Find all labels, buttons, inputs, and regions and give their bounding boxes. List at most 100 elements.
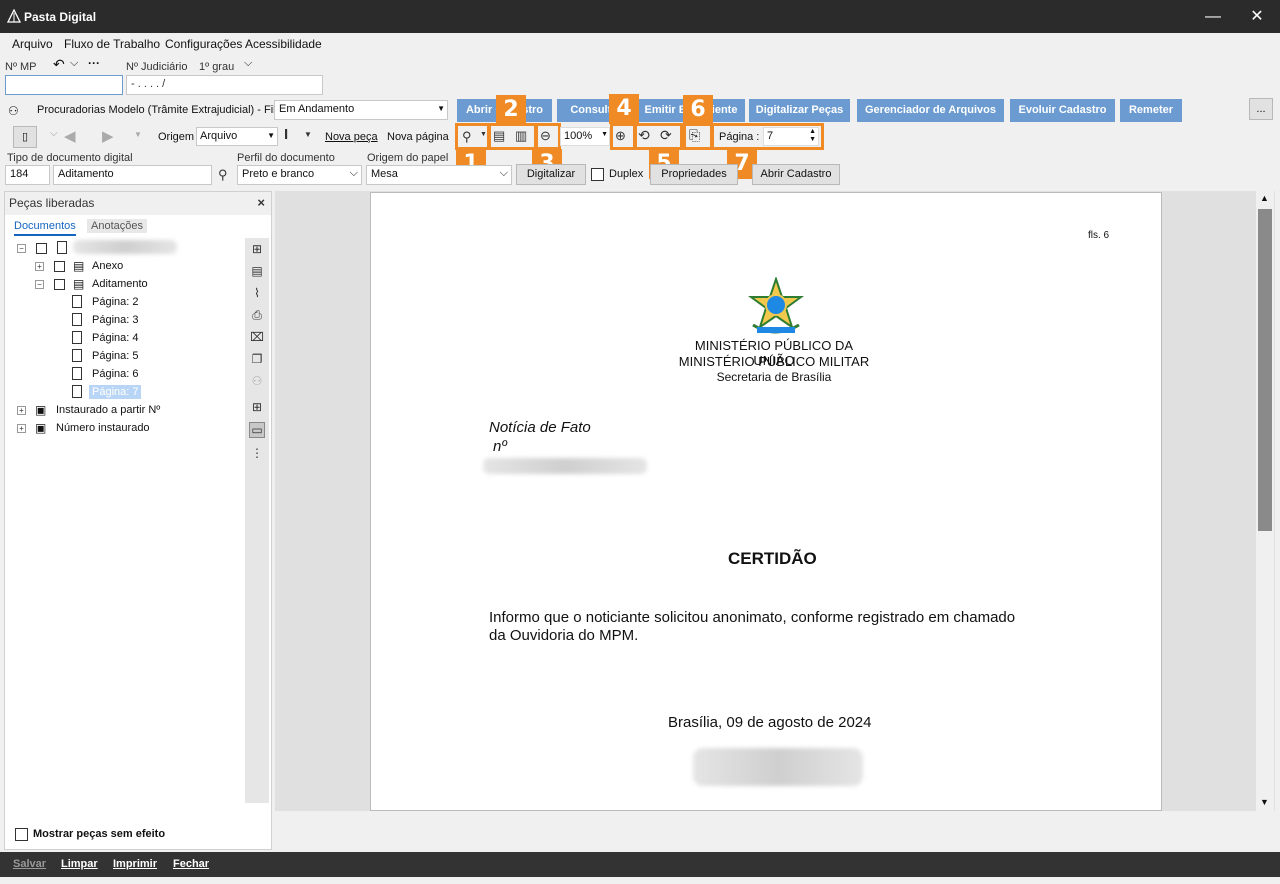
tree-aditamento[interactable]: Aditamento: [92, 278, 148, 290]
chevron-icon: ⌵: [50, 128, 58, 139]
search-dropdown-icon[interactable]: ▼: [480, 131, 487, 138]
perfil-chevron-icon[interactable]: ⌵: [350, 167, 358, 180]
digitalizar-button[interactable]: Digitalizar: [516, 164, 586, 185]
menu-arquivo[interactable]: Arquivo: [12, 37, 53, 51]
rotate-right-icon[interactable]: ⟳: [660, 127, 672, 144]
tree-anexo[interactable]: Anexo: [92, 260, 123, 272]
fila-select[interactable]: Em Andamento ▼: [274, 100, 448, 120]
more-button[interactable]: ...: [1249, 98, 1273, 120]
gerenciador-arquivos-button[interactable]: Gerenciador de Arquivos: [857, 99, 1004, 122]
document-icon: ▯: [21, 131, 29, 143]
abrir-cadastro-gray-button[interactable]: Abrir Cadastro: [752, 164, 840, 185]
tree-structure-icon[interactable]: ⊞: [249, 242, 265, 258]
nova-pagina-link[interactable]: Nova página: [387, 131, 449, 143]
evoluir-cadastro-button[interactable]: Evoluir Cadastro: [1010, 99, 1115, 122]
pagina-input[interactable]: 7 ▲ ▼: [763, 127, 819, 146]
text-cursor-icon[interactable]: I: [284, 126, 288, 143]
doc-mode-button[interactable]: ▯: [13, 126, 37, 148]
redacted-root: [73, 240, 177, 254]
collapse-aditamento-icon[interactable]: −: [35, 280, 44, 289]
tree-page-6[interactable]: Página: 6: [92, 368, 138, 380]
remeter-button[interactable]: Remeter: [1120, 99, 1182, 122]
rotate-left-icon[interactable]: ⟲: [638, 127, 650, 144]
prev-page-icon[interactable]: ◀: [64, 127, 76, 145]
scroll-up-icon[interactable]: ▲: [1260, 193, 1269, 203]
nova-peca-link[interactable]: Nova peça: [325, 131, 378, 143]
folder-check-icon: ▣: [35, 403, 47, 417]
origem-dropdown-icon[interactable]: ▼: [267, 131, 275, 140]
expand-anexo-icon[interactable]: +: [35, 262, 44, 271]
duplex-checkbox[interactable]: [591, 168, 604, 181]
perfil-select[interactable]: Preto e branco ⌵: [237, 165, 362, 185]
user-search-icon[interactable]: ⚇: [249, 374, 265, 390]
tree-numero[interactable]: Número instaurado: [56, 422, 150, 434]
document-viewer[interactable]: fls. 6 MINISTÉRIO PÚBLICO DA UNIÃO MINIS…: [275, 191, 1275, 811]
add-page-icon[interactable]: ⊞: [249, 400, 265, 416]
pagina-spinner-icon[interactable]: ▲ ▼: [809, 128, 816, 144]
expand-instaurado-icon[interactable]: +: [17, 406, 26, 415]
close-window-button[interactable]: ✕: [1234, 0, 1280, 33]
zoom-dropdown-icon[interactable]: ▼: [601, 131, 608, 138]
attach-icon[interactable]: ⌇: [249, 286, 265, 302]
tree-page-3[interactable]: Página: 3: [92, 314, 138, 326]
scroll-thumb[interactable]: [1258, 209, 1272, 531]
menu-acessibilidade[interactable]: Acessibilidade: [245, 37, 322, 51]
expand-numero-icon[interactable]: +: [17, 424, 26, 433]
scroll-down-icon[interactable]: ▼: [1260, 797, 1269, 807]
more-icon[interactable]: ···: [88, 56, 100, 70]
tab-documentos[interactable]: Documentos: [14, 220, 76, 236]
tipo-search-icon[interactable]: ⚲: [218, 167, 228, 183]
delete-page-icon[interactable]: ⌧: [249, 330, 265, 346]
fila-dropdown-icon[interactable]: ▼: [437, 104, 445, 113]
aditamento-checkbox[interactable]: [54, 279, 65, 290]
mostrar-checkbox[interactable]: [15, 828, 28, 841]
mp-input[interactable]: [5, 75, 123, 95]
cursor-dropdown-icon[interactable]: ▼: [304, 130, 312, 139]
root-checkbox[interactable]: [36, 243, 47, 254]
tree-page-5[interactable]: Página: 5: [92, 350, 138, 362]
menu-fluxo[interactable]: Fluxo de Trabalho: [64, 37, 160, 51]
origem-papel-chevron-icon[interactable]: ⌵: [500, 167, 508, 180]
list-settings-icon[interactable]: ⋮: [249, 446, 265, 462]
tree-instaurado[interactable]: Instaurado a partir Nº: [56, 404, 160, 416]
chevron-down-icon[interactable]: ⌵: [70, 57, 78, 70]
tab-anotacoes[interactable]: Anotações: [87, 219, 147, 233]
zoom-out-icon[interactable]: ⊖: [540, 128, 551, 144]
tree-page-7-selected[interactable]: Página: 7: [89, 385, 142, 399]
imprimir-button[interactable]: Imprimir: [113, 858, 157, 870]
judicial-input[interactable]: - . . . . /: [126, 75, 323, 95]
tree-page-2[interactable]: Página: 2: [92, 296, 138, 308]
search-icon[interactable]: ⚲: [462, 129, 472, 145]
fit-page-icon[interactable]: ▥: [515, 128, 527, 144]
close-panel-icon[interactable]: ×: [257, 195, 265, 210]
page-search-icon[interactable]: ⎘: [689, 127, 700, 144]
zoom-select[interactable]: 100% ▼: [560, 127, 610, 146]
note-icon[interactable]: ▭: [249, 422, 265, 438]
collapse-root-icon[interactable]: −: [17, 244, 26, 253]
body-line-2: da Ouvidoria do MPM.: [489, 627, 639, 644]
origem-papel-select[interactable]: Mesa ⌵: [366, 165, 512, 185]
minimize-button[interactable]: —: [1190, 0, 1236, 33]
document-scrollbar[interactable]: ▲ ▼: [1256, 191, 1274, 811]
tipo-code-input[interactable]: 184: [5, 165, 50, 185]
anexo-doc-icon: ▤: [73, 259, 85, 273]
digitalizar-pecas-button[interactable]: Digitalizar Peças: [749, 99, 850, 122]
zoom-in-icon[interactable]: ⊕: [615, 128, 626, 144]
copy-icon[interactable]: ❐: [249, 352, 265, 368]
origem-select[interactable]: Arquivo ▼: [196, 127, 278, 146]
limpar-button[interactable]: Limpar: [61, 858, 98, 870]
tipo-input[interactable]: Aditamento: [53, 165, 212, 185]
menu-configuracoes[interactable]: Configurações: [165, 37, 242, 51]
fit-width-icon[interactable]: ▤: [493, 128, 505, 144]
tree-page-4[interactable]: Página: 4: [92, 332, 138, 344]
page-dropdown-icon[interactable]: ▼: [134, 130, 142, 139]
next-page-icon[interactable]: ▶: [102, 127, 114, 145]
back-icon[interactable]: ↶: [53, 56, 65, 73]
anexo-checkbox[interactable]: [54, 261, 65, 272]
fechar-button[interactable]: Fechar: [173, 858, 209, 870]
salvar-button[interactable]: Salvar: [13, 858, 46, 870]
propriedades-button[interactable]: Propriedades: [650, 164, 738, 185]
grau-chevron-icon[interactable]: ⌵: [244, 57, 252, 70]
certificate-icon[interactable]: ⎙: [249, 308, 265, 324]
list-icon[interactable]: ▤: [249, 264, 265, 280]
